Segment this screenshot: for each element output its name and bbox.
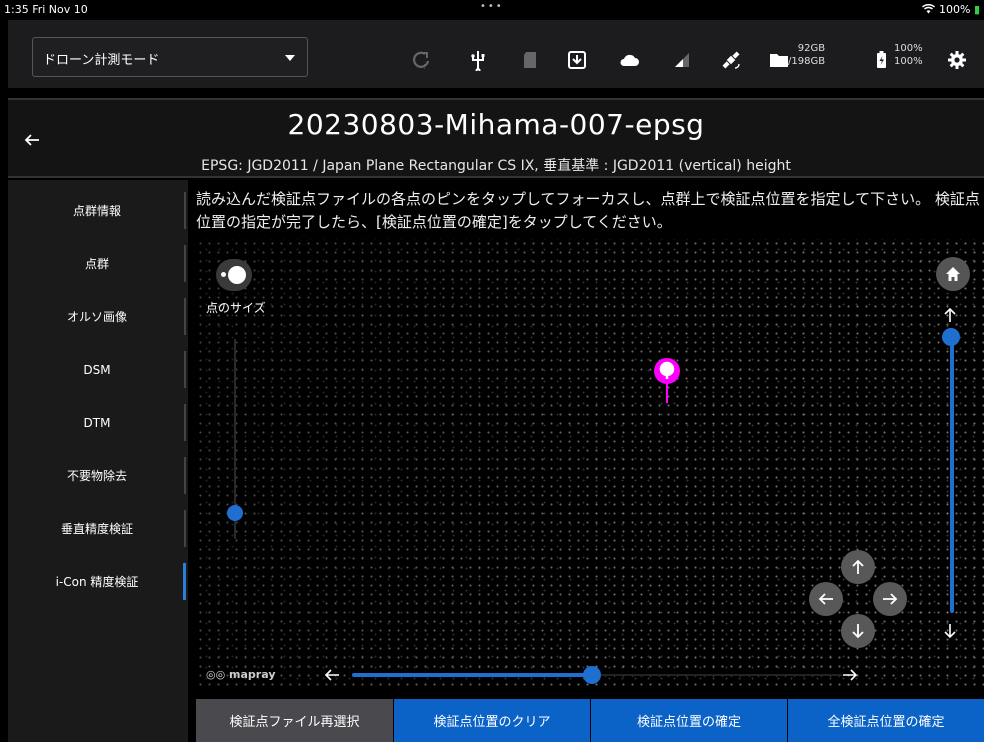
usb-icon[interactable] [467, 49, 489, 71]
reselect-file-button[interactable]: 検証点ファイル再選択 [196, 699, 393, 742]
arrow-up-icon [852, 559, 864, 574]
storage-readout: 92GB /198GB [788, 43, 826, 67]
sync-alert-icon[interactable]: ! [410, 49, 432, 71]
sidebar-item-label: DTM [83, 415, 111, 430]
sidebar-item-label: 垂直精度検証 [60, 522, 133, 536]
verification-point-pin-icon[interactable] [651, 357, 683, 403]
folder-icon[interactable] [768, 49, 790, 71]
pan-up-button[interactable] [841, 550, 875, 584]
pointcloud-map[interactable]: 点のサイズ ◎◎ mapray [196, 239, 984, 687]
sidebar-item-indicator [184, 192, 186, 229]
sidebar-item-label: i-Con 精度検証 [55, 575, 139, 589]
wifi-icon [922, 3, 936, 14]
point-size-toggle[interactable] [216, 259, 252, 291]
battery-readout: 100% 100% [894, 43, 923, 67]
header: 20230803-Mihama-007-epsg EPSG: JGD2011 /… [8, 98, 984, 178]
cloud-icon[interactable] [618, 49, 640, 71]
sidebar-item-pointcloud-info[interactable]: 点群情報 [8, 184, 186, 237]
toolbar: ドローン計測モード ! 92GB /198GB 100% 100% [8, 20, 984, 88]
sidebar-item-indicator [184, 404, 186, 441]
mode-dropdown[interactable]: ドローン計測モード [32, 37, 308, 77]
small-dot-icon [221, 272, 226, 277]
scroll-right-arrow-icon[interactable] [840, 665, 860, 685]
svg-text:!: ! [423, 63, 426, 71]
confirm-position-button[interactable]: 検証点位置の確定 [591, 699, 787, 742]
sidebar-item-indicator [183, 563, 186, 600]
download-box-icon[interactable] [566, 49, 588, 71]
bottom-action-bar: 検証点ファイル再選択 検証点位置のクリア 検証点位置の確定 全検証点位置の確定 [196, 699, 984, 742]
mapray-logo: ◎◎ mapray [206, 668, 276, 681]
sidebar-item-dtm[interactable]: DTM [8, 396, 186, 449]
sidebar-item-dsm[interactable]: DSM [8, 343, 186, 396]
sidebar-item-indicator [184, 351, 186, 388]
vertical-scrollbar-track[interactable] [950, 337, 954, 613]
sidebar-item-ortho[interactable]: オルソ画像 [8, 290, 186, 343]
sd-card-icon[interactable] [519, 49, 541, 71]
horizontal-scrollbar-track[interactable] [352, 673, 592, 677]
page-subtitle: EPSG: JGD2011 / Japan Plane Rectangular … [201, 158, 791, 174]
satellite-icon[interactable] [720, 49, 742, 71]
sidebar-item-vertical-accuracy[interactable]: 垂直精度検証 [8, 502, 186, 555]
point-size-label: 点のサイズ [206, 301, 266, 315]
battery-charging-icon[interactable] [870, 49, 892, 71]
horizontal-scrollbar-rest [592, 674, 842, 676]
home-icon [946, 267, 960, 281]
clear-position-button[interactable]: 検証点位置のクリア [394, 699, 590, 742]
sidebar: 点群情報 点群 オルソ画像 DSM DTM 不要物除去 垂直精度検証 i-Con… [8, 180, 188, 742]
vertical-scrollbar-thumb[interactable] [942, 328, 960, 346]
horizontal-scrollbar-thumb[interactable] [583, 666, 601, 684]
status-battery: 100% ▮ [922, 3, 980, 16]
scroll-up-arrow-icon[interactable] [940, 305, 960, 325]
battery-charging-icon: ▮ [973, 3, 980, 16]
sidebar-item-indicator [184, 245, 186, 282]
sidebar-item-icon-accuracy[interactable]: i-Con 精度検証 [8, 555, 186, 608]
logo-mark-icon: ◎◎ [206, 668, 226, 681]
arrow-right-icon [883, 593, 898, 605]
scroll-down-arrow-icon[interactable] [940, 621, 960, 641]
instruction-text: 読み込んだ検証点ファイルの各点のピンをタップしてフォーカスし、点群上で検証点位置… [196, 190, 980, 231]
pan-left-button[interactable] [809, 582, 843, 616]
toggle-knob [228, 266, 246, 284]
arrow-left-icon [818, 593, 833, 605]
pan-right-button[interactable] [873, 582, 907, 616]
status-time: 1:35 Fri Nov 10 [4, 3, 88, 16]
sidebar-item-noise-removal[interactable]: 不要物除去 [8, 449, 186, 502]
page-title: 20230803-Mihama-007-epsg [287, 108, 705, 141]
chevron-down-icon [285, 55, 295, 61]
sidebar-item-label: 不要物除去 [66, 469, 127, 483]
multitask-dots[interactable]: ••• [480, 1, 504, 12]
status-bar: 1:35 Fri Nov 10 ••• 100% ▮ [0, 0, 984, 20]
sidebar-item-label: 点群 [84, 257, 109, 271]
confirm-all-positions-button[interactable]: 全検証点位置の確定 [788, 699, 984, 742]
sidebar-item-indicator [184, 510, 186, 547]
sidebar-item-pointcloud[interactable]: 点群 [8, 237, 186, 290]
sidebar-item-indicator [184, 457, 186, 494]
signal-icon[interactable] [671, 49, 693, 71]
pan-down-button[interactable] [841, 614, 875, 648]
mode-dropdown-label: ドローン計測モード [43, 53, 160, 68]
arrow-down-icon [852, 624, 864, 639]
sidebar-item-label: DSM [83, 362, 111, 377]
sidebar-item-indicator [184, 298, 186, 335]
sidebar-item-label: オルソ画像 [66, 310, 127, 324]
gear-icon[interactable] [946, 49, 968, 71]
scroll-left-arrow-icon[interactable] [322, 665, 342, 685]
home-button[interactable] [936, 257, 970, 291]
sidebar-item-label: 点群情報 [72, 204, 121, 218]
